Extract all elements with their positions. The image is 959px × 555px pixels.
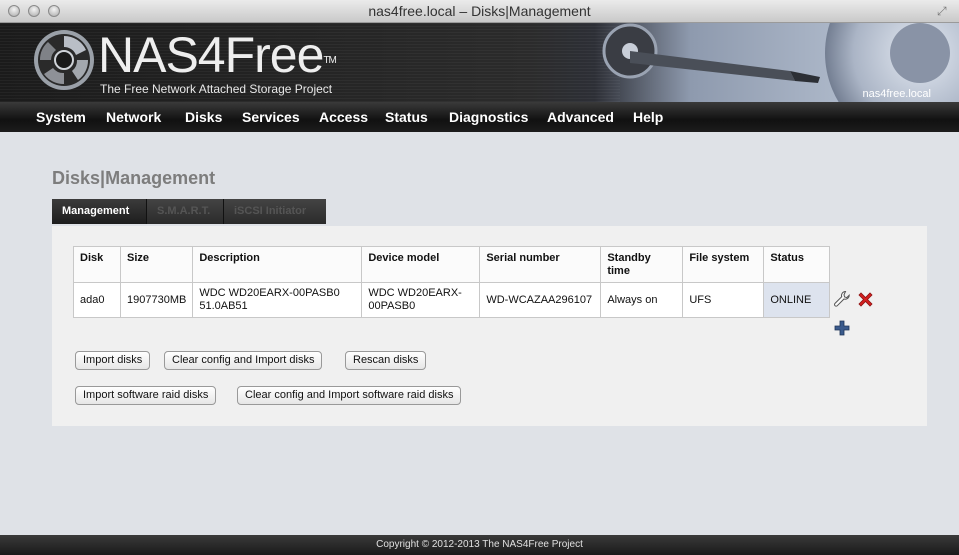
main-menu: System Network Disks Services Access Sta… [0,102,959,132]
fullscreen-icon[interactable]: ⤢ [937,4,951,18]
cell-description: WDC WD20EARX-00PASB0 51.0AB51 [192,282,363,318]
menu-item-services[interactable]: Services [242,109,300,125]
rescan-disks-button[interactable]: Rescan disks [345,351,427,370]
menu-item-status[interactable]: Status [385,109,428,125]
column-header-file-system: File system [682,246,765,283]
delete-x-icon[interactable] [856,290,875,309]
tab-iscsi-initiator[interactable]: iSCSI Initiator [223,199,326,224]
clear-config-import-software-raid-disks-button[interactable]: Clear config and Import software raid di… [237,386,462,405]
cell-device-model: WDC WD20EARX-00PASB0 [361,282,481,318]
column-header-description: Description [192,246,363,283]
menu-item-system[interactable]: System [36,109,86,125]
table-row: ada0 1907730MB WDC WD20EARX-00PASB0 51.0… [73,282,831,318]
menu-item-access[interactable]: Access [319,109,368,125]
wrench-icon[interactable] [833,290,851,308]
nas4free-logo-icon [34,30,94,90]
page-title: Disks|Management [52,168,216,188]
cell-status: ONLINE [763,282,831,318]
header-banner: NAS4FreeTM The Free Network Attached Sto… [0,23,959,102]
import-software-raid-disks-button[interactable]: Import software raid disks [75,386,217,405]
cell-file-system: UFS [682,282,765,318]
menu-item-advanced[interactable]: Advanced [547,109,614,125]
column-header-status: Status [763,246,831,283]
tab-smart[interactable]: S.M.A.R.T. [146,199,223,224]
menu-item-diagnostics[interactable]: Diagnostics [449,109,528,125]
column-header-size: Size [119,246,194,283]
menu-item-help[interactable]: Help [633,109,663,125]
logo-wordmark: NAS4FreeTM [98,27,337,83]
window-title: nas4free.local – Disks|Management [368,3,591,19]
footer-copyright: Copyright © 2012-2013 The NAS4Free Proje… [0,535,959,555]
clear-config-import-disks-button[interactable]: Clear config and Import disks [164,351,323,370]
cell-size: 1907730MB [119,282,194,318]
menu-item-network[interactable]: Network [106,109,161,125]
plus-icon[interactable] [833,319,851,337]
hostname-label: nas4free.local [862,88,932,100]
tab-management[interactable]: Management [52,199,146,224]
cell-standby-time: Always on [600,282,684,318]
disks-table: Disk Size Description Device model Seria… [73,246,831,318]
menu-item-disks[interactable]: Disks [185,109,222,125]
column-header-standby-time: Standby time [600,246,684,283]
column-header-device-model: Device model [361,246,481,283]
import-disks-button[interactable]: Import disks [75,351,151,370]
window-titlebar: nas4free.local – Disks|Management ⤢ [0,0,959,23]
column-header-disk: Disk [73,246,121,283]
cell-serial-number: WD-WCAZAA296107 [479,282,602,318]
table-header-row: Disk Size Description Device model Seria… [73,246,831,283]
tab-bar: Management S.M.A.R.T. iSCSI Initiator [52,199,326,224]
cell-disk: ada0 [73,282,121,318]
banner-tagline: The Free Network Attached Storage Projec… [100,82,333,96]
column-header-serial-number: Serial number [479,246,602,283]
